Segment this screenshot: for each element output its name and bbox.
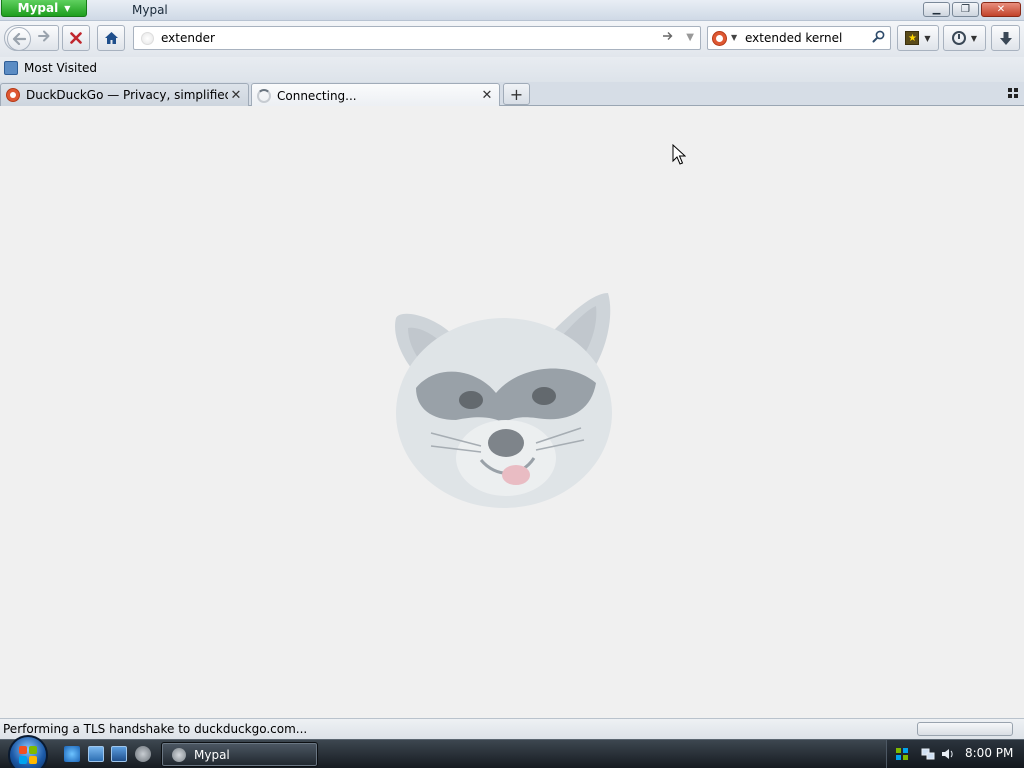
plus-icon: + xyxy=(509,84,524,104)
minimize-button[interactable]: ▁ xyxy=(923,2,950,17)
raccoon-mascot-image xyxy=(395,293,612,508)
new-tab-button[interactable]: + xyxy=(503,83,530,105)
tab-label: DuckDuckGo — Privacy, simplified. xyxy=(26,88,228,102)
history-menu-button[interactable]: ▼ xyxy=(943,25,986,51)
network-sharing-icon[interactable] xyxy=(895,747,909,761)
forward-button[interactable] xyxy=(38,30,51,46)
mypal-quicklaunch-icon[interactable] xyxy=(135,746,151,762)
app-menu-button[interactable]: Mypal ▼ xyxy=(1,0,87,17)
back-button[interactable] xyxy=(7,27,31,51)
close-icon: ✕ xyxy=(996,3,1006,15)
url-history-dropdown-icon[interactable]: ▼ xyxy=(686,32,694,43)
loading-progress-bar xyxy=(917,722,1013,736)
taskbar-button-label: Mypal xyxy=(194,747,230,762)
volume-icon[interactable] xyxy=(941,747,955,761)
download-arrow-icon xyxy=(999,31,1012,45)
list-all-tabs-button[interactable] xyxy=(1008,88,1018,98)
back-arrow-icon xyxy=(12,33,26,45)
duckduckgo-icon xyxy=(6,88,20,102)
chevron-down-icon: ▼ xyxy=(64,3,71,13)
search-input[interactable]: extended kernel xyxy=(745,31,842,45)
close-tab-icon[interactable]: ✕ xyxy=(479,88,495,103)
go-arrow-icon[interactable] xyxy=(662,30,674,45)
bookmark-label: Most Visited xyxy=(24,61,98,75)
tab-label: Connecting... xyxy=(277,88,357,103)
loading-spinner-icon xyxy=(257,88,271,103)
search-bar[interactable]: ▼ extended kernel xyxy=(707,26,891,50)
clock-icon xyxy=(951,31,966,45)
bookmarks-menu-button[interactable]: ★ ▼ xyxy=(897,25,939,51)
restore-icon: ❐ xyxy=(961,3,970,15)
switch-windows-icon[interactable] xyxy=(111,746,127,762)
close-window-button[interactable]: ✕ xyxy=(981,2,1021,17)
network-icon[interactable] xyxy=(921,747,935,761)
stop-button[interactable] xyxy=(62,25,90,51)
mouse-pointer-icon xyxy=(672,144,686,165)
search-icon[interactable] xyxy=(872,30,885,47)
tab-strip: DuckDuckGo — Privacy, simplified. ✕ Conn… xyxy=(0,82,1024,107)
system-tray: 8:00 PM xyxy=(886,740,1024,768)
navigation-toolbar: extender ▼ ▼ extended kernel ★ ▼ ▼ xyxy=(0,21,1024,57)
bookmark-most-visited[interactable]: Most Visited xyxy=(4,61,97,75)
folder-icon xyxy=(4,61,18,75)
mypal-icon xyxy=(172,747,186,762)
taskbar: Mypal 8:00 PM xyxy=(0,735,1024,768)
app-menu-label: Mypal xyxy=(17,1,59,15)
status-bar: Performing a TLS handshake to duckduckgo… xyxy=(0,718,1024,739)
forward-arrow-icon xyxy=(38,30,50,42)
taskbar-button-mypal[interactable]: Mypal xyxy=(161,742,318,767)
window-title: Mypal xyxy=(132,3,168,17)
chevron-down-icon: ▼ xyxy=(970,33,978,43)
stop-icon xyxy=(70,32,82,44)
home-icon xyxy=(104,32,118,44)
clock[interactable]: 8:00 PM xyxy=(965,746,1013,760)
bookmark-star-icon: ★ xyxy=(905,31,920,45)
internet-explorer-icon[interactable] xyxy=(64,746,80,762)
page-content xyxy=(0,106,1024,718)
status-text: Performing a TLS handshake to duckduckgo… xyxy=(3,722,308,736)
home-button[interactable] xyxy=(97,25,125,51)
close-tab-icon[interactable]: ✕ xyxy=(228,88,244,103)
url-bar[interactable]: extender ▼ xyxy=(133,26,701,50)
engine-dropdown-icon[interactable]: ▼ xyxy=(731,33,737,42)
site-identity-icon[interactable] xyxy=(141,32,154,45)
windows-logo-icon xyxy=(19,746,37,764)
show-desktop-icon[interactable] xyxy=(88,746,104,762)
bookmarks-toolbar: Most Visited xyxy=(0,57,1024,82)
window-controls: ▁ ❐ ✕ xyxy=(923,2,1021,17)
url-input[interactable]: extender xyxy=(161,31,215,45)
duckduckgo-icon[interactable] xyxy=(712,31,727,46)
downloads-button[interactable] xyxy=(991,25,1020,51)
back-forward-group xyxy=(4,25,59,51)
tab-connecting[interactable]: Connecting... ✕ xyxy=(251,83,500,107)
tab-duckduckgo[interactable]: DuckDuckGo — Privacy, simplified. ✕ xyxy=(0,83,249,106)
start-button[interactable] xyxy=(8,735,48,768)
chevron-down-icon: ▼ xyxy=(924,33,931,43)
title-bar: Mypal ▼ Mypal ▁ ❐ ✕ xyxy=(0,0,1024,21)
restore-button[interactable]: ❐ xyxy=(952,2,979,17)
minimize-icon: ▁ xyxy=(932,3,941,15)
